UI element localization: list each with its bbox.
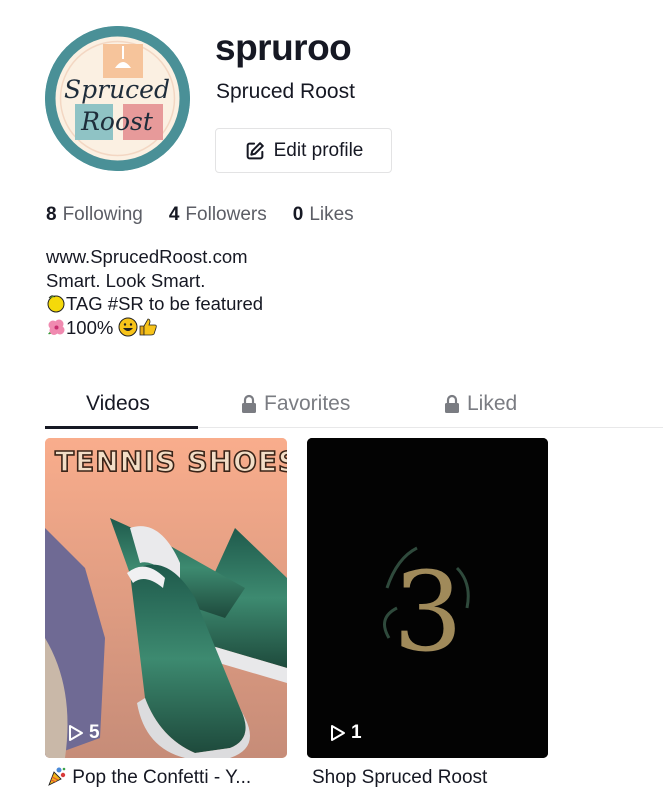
- stat-following[interactable]: 8 Following: [46, 203, 143, 227]
- username: spruroo: [215, 27, 352, 68]
- bio-tag-line: TAG #SR to be featured: [46, 292, 263, 316]
- video-caption[interactable]: Pop the Confetti - Y...: [47, 766, 287, 790]
- thumbs-up-emoji-icon: [140, 318, 158, 335]
- video-caption[interactable]: Shop Spruced Roost: [312, 766, 487, 790]
- bio-tagline: Smart. Look Smart.: [46, 269, 206, 291]
- bio-website: www.SprucedRoost.com: [46, 246, 248, 267]
- edit-icon: [246, 141, 264, 159]
- likes-label: Likes: [309, 204, 354, 225]
- play-count-value: 1: [351, 722, 362, 743]
- tab-favorites-label: Favorites: [264, 392, 351, 415]
- following-label: Following: [62, 204, 143, 225]
- party-popper-emoji-icon: [48, 767, 66, 786]
- play-count-value: 5: [89, 722, 100, 743]
- tab-favorites[interactable]: Favorites: [240, 380, 350, 428]
- stat-likes: 0 Likes: [293, 203, 354, 227]
- spruced-roost-logo: Spruced Roost: [45, 26, 190, 171]
- thumbnail-title: TENNIS SHOES: [55, 445, 287, 478]
- play-icon: [69, 725, 83, 741]
- tab-liked-label: Liked: [467, 392, 518, 415]
- profile-tabs: Videos Favorites Liked: [45, 380, 663, 429]
- video-card[interactable]: TENNIS SHOES 5: [45, 438, 287, 758]
- tab-liked[interactable]: Liked: [443, 380, 517, 428]
- lock-icon: [445, 394, 459, 413]
- video-thumbnail-tennis-shoes: TENNIS SHOES: [45, 438, 287, 758]
- play-icon: [331, 725, 345, 741]
- grinning-face-emoji-icon: [118, 317, 138, 336]
- likes-count: 0: [292, 204, 304, 225]
- edit-profile-button[interactable]: Edit profile: [215, 128, 392, 173]
- video-card[interactable]: 3 1: [307, 438, 548, 758]
- video-caption-text: Pop the Confetti - Y...: [72, 767, 252, 788]
- tab-videos[interactable]: Videos: [86, 380, 150, 428]
- svg-text:Spruced: Spruced: [64, 75, 170, 104]
- avatar[interactable]: Spruced Roost: [45, 26, 190, 171]
- edit-profile-label: Edit profile: [273, 139, 364, 161]
- profile-stats: 8 Following 4 Followers 0 Likes: [46, 203, 354, 227]
- play-count: 1: [329, 722, 362, 744]
- bio-tag-text: TAG #SR to be featured: [66, 293, 264, 314]
- lock-icon: [242, 394, 256, 413]
- video-thumbnail-number-three: 3: [307, 438, 548, 758]
- bio-percent-text: 100%: [66, 316, 119, 338]
- display-name: Spruced Roost: [216, 80, 355, 103]
- lemon-emoji-icon: [47, 295, 65, 313]
- followers-label: Followers: [185, 204, 267, 225]
- svg-text:Roost: Roost: [80, 107, 154, 136]
- tab-videos-label: Videos: [86, 392, 150, 415]
- active-tab-indicator: [45, 426, 198, 429]
- thumbnail-numeral: 3: [393, 548, 463, 676]
- following-count: 8: [46, 204, 57, 225]
- hibiscus-emoji-icon: [48, 319, 65, 335]
- bio: www.SprucedRoost.com Smart. Look Smart. …: [46, 245, 263, 339]
- stat-followers[interactable]: 4 Followers: [169, 203, 267, 227]
- play-count: 5: [67, 722, 100, 744]
- bio-emoji-line: 100%: [46, 316, 263, 340]
- followers-count: 4: [168, 204, 180, 225]
